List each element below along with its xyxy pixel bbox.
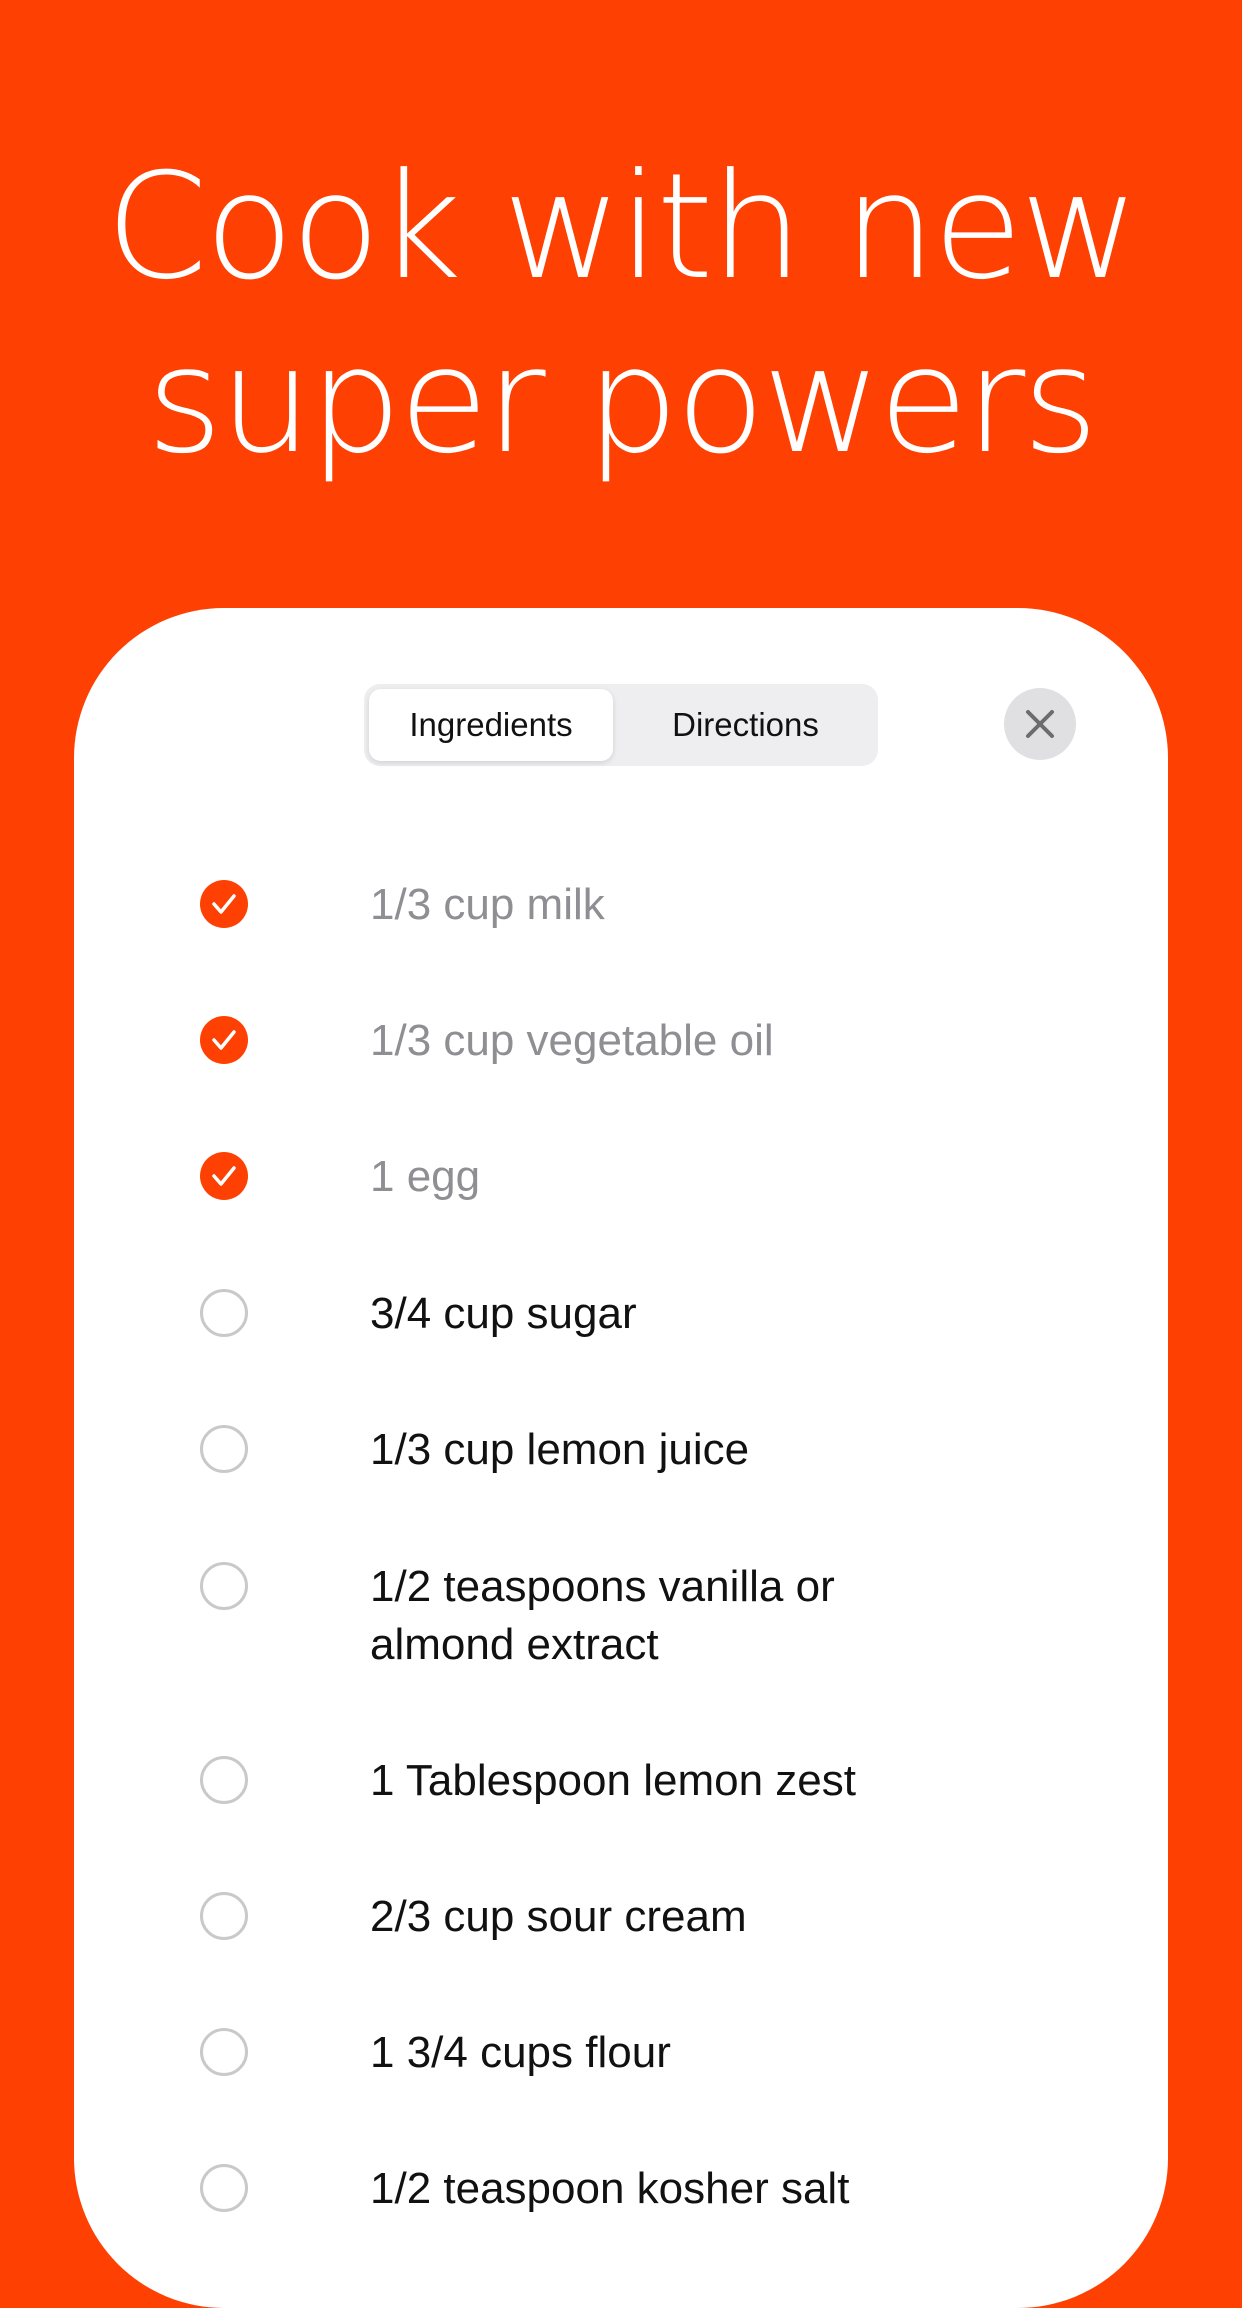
- headline: Cook with new super powers: [0, 140, 1242, 488]
- headline-line-1: Cook with new: [105, 142, 1139, 312]
- close-icon: [1026, 710, 1054, 738]
- ingredient-label: 1 Tablespoon lemon zest: [370, 1756, 856, 1805]
- ingredient-label: 1/2 teaspoons vanilla or almond extract: [370, 1562, 835, 1669]
- checkbox-checked[interactable]: [200, 1152, 248, 1200]
- ingredient-label: 2/3 cup sour cream: [370, 1892, 747, 1941]
- ingredient-label: 1 3/4 cups flour: [370, 2028, 671, 2077]
- ingredient-label: 1/3 cup lemon juice: [370, 1425, 750, 1474]
- checkbox-unchecked[interactable]: [200, 1892, 248, 1940]
- checkbox-checked[interactable]: [200, 880, 248, 928]
- ingredient-label: 1/2 teaspoon kosher salt: [370, 2164, 850, 2213]
- segmented-control: Ingredients Directions: [364, 684, 878, 766]
- ingredient-label: 1 egg: [370, 1152, 481, 1201]
- headline-line-2: super powers: [146, 316, 1099, 486]
- checkmark-icon: [212, 894, 236, 914]
- checkbox-unchecked[interactable]: [200, 1289, 248, 1337]
- checkbox-unchecked[interactable]: [200, 1756, 248, 1804]
- tab-directions[interactable]: Directions: [618, 689, 873, 761]
- ingredient-label: 1/3 cup vegetable oil: [370, 1016, 774, 1065]
- checkbox-unchecked[interactable]: [200, 1425, 248, 1473]
- close-button[interactable]: [1004, 688, 1076, 760]
- tab-ingredients[interactable]: Ingredients: [369, 689, 613, 761]
- checkmark-icon: [212, 1166, 236, 1186]
- checkbox-unchecked[interactable]: [200, 1562, 248, 1610]
- ingredients-card: Ingredients Directions 1/3 cup milk 1/3 …: [74, 608, 1168, 2308]
- ingredient-label: 3/4 cup sugar: [370, 1289, 637, 1338]
- checkbox-checked[interactable]: [200, 1016, 248, 1064]
- checkbox-unchecked[interactable]: [200, 2028, 248, 2076]
- checkmark-icon: [212, 1030, 236, 1050]
- checkbox-unchecked[interactable]: [200, 2164, 248, 2212]
- ingredient-label: 1/3 cup milk: [370, 880, 605, 929]
